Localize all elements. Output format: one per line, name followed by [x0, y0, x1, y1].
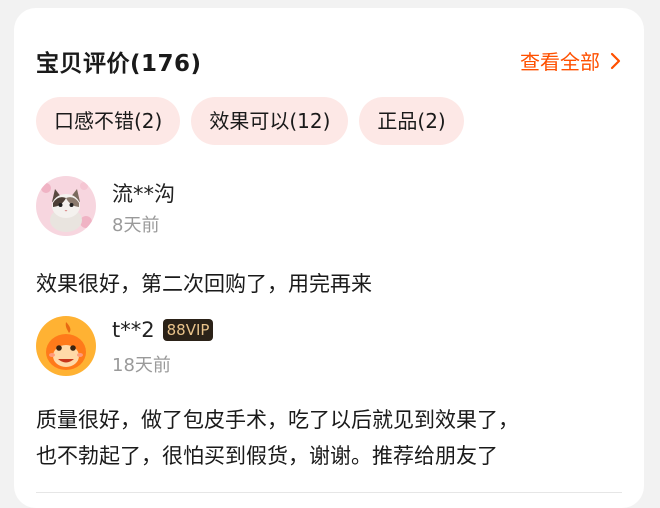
username-text: t**2	[112, 318, 155, 342]
review-content-line: 质量很好，做了包皮手术，吃了以后就见到效果了，	[36, 408, 519, 432]
review-username: t**2 88VIP	[112, 318, 214, 342]
reviews-header: 宝贝评价(176) 查看全部	[36, 44, 622, 77]
review-content: 质量很好，做了包皮手术，吃了以后就见到效果了， 也不勃起了，很怕买到假货，谢谢。…	[36, 402, 622, 474]
view-all-label: 查看全部	[520, 50, 600, 74]
cat-avatar-icon	[36, 176, 96, 236]
vip-badge: 88VIP	[162, 319, 214, 341]
reviews-title: 宝贝评价(176)	[36, 51, 202, 77]
tag-taste[interactable]: 口感不错(2)	[36, 97, 181, 145]
mascot-avatar-icon	[36, 316, 96, 376]
review-tags: 口感不错(2) 效果可以(12) 正品(2)	[36, 97, 464, 145]
review-content: 效果很好，第二次回购了，用完再来	[36, 272, 372, 296]
reviews-card: 宝贝评价(176) 查看全部 口感不错(2) 效果可以(12) 正品(2) 流*…	[14, 8, 644, 508]
review-content-line: 也不勃起了，很怕买到假货，谢谢。推荐给朋友了	[36, 444, 498, 468]
tag-authentic[interactable]: 正品(2)	[359, 97, 464, 145]
chevron-right-icon	[610, 52, 621, 69]
review-time: 8天前	[112, 215, 160, 236]
review-item: 流**沟 8天前 效果很好，第二次回购了，用完再来	[36, 176, 622, 296]
review-time: 18天前	[112, 355, 171, 376]
divider	[36, 492, 622, 493]
username-text: 流**沟	[112, 182, 175, 206]
tag-effect[interactable]: 效果可以(12)	[191, 97, 349, 145]
avatar[interactable]	[36, 316, 96, 376]
review-username: 流**沟	[112, 178, 175, 208]
avatar[interactable]	[36, 176, 96, 236]
view-all-link[interactable]: 查看全部	[520, 46, 622, 75]
review-item: t**2 88VIP 18天前 质量很好，做了包皮手术，吃了以后就见到效果了， …	[36, 316, 622, 486]
